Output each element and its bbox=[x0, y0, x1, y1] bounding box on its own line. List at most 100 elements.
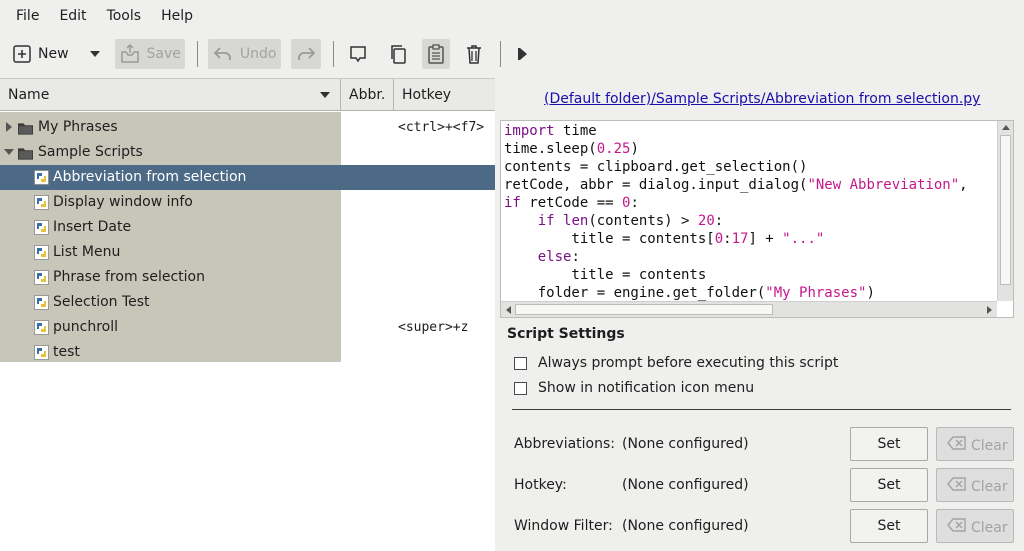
tree-item-test[interactable]: test bbox=[0, 340, 495, 365]
new-button-label: New bbox=[38, 46, 69, 62]
tree-item-label: List Menu bbox=[53, 244, 121, 260]
tree-item-display-window-info[interactable]: Display window info bbox=[0, 190, 495, 215]
code-line: title = contents[0:17] + "..." bbox=[504, 231, 825, 247]
delete-button[interactable] bbox=[460, 39, 488, 69]
column-header-name-label: Name bbox=[8, 87, 50, 103]
comment-icon bbox=[349, 46, 366, 63]
horizontal-scrollbar[interactable] bbox=[501, 301, 997, 317]
python-script-icon bbox=[34, 195, 49, 210]
tree-rows: My Phrases <ctrl>+<f7> Sample Scripts Ab… bbox=[0, 115, 495, 365]
clear-backspace-icon bbox=[947, 477, 966, 491]
scroll-right-arrow-icon[interactable] bbox=[987, 306, 992, 314]
undo-button[interactable]: Undo bbox=[207, 39, 281, 69]
code-editor[interactable]: import time time.sleep(0.25) contents = … bbox=[500, 120, 1014, 318]
expand-arrow-icon[interactable] bbox=[6, 122, 12, 132]
save-button-label: Save bbox=[146, 46, 181, 62]
column-header-abbr[interactable]: Abbr. bbox=[341, 79, 394, 111]
hotkey-label: Hotkey: bbox=[514, 477, 567, 493]
always-prompt-option[interactable]: Always prompt before executing this scri… bbox=[514, 355, 838, 371]
menu-file[interactable]: File bbox=[6, 0, 49, 32]
script-path-link[interactable]: (Default folder)/Sample Scripts/Abbrevia… bbox=[544, 91, 980, 107]
python-script-icon bbox=[34, 245, 49, 260]
tree-item-sample-scripts[interactable]: Sample Scripts bbox=[0, 140, 495, 165]
show-in-notification-label: Show in notification icon menu bbox=[538, 380, 755, 396]
code-line: else: bbox=[537, 249, 580, 265]
paste-button[interactable] bbox=[421, 39, 450, 69]
window-filter-label: Window Filter: bbox=[514, 518, 613, 534]
collapse-arrow-icon[interactable] bbox=[4, 149, 14, 155]
hotkey-value: (None configured) bbox=[622, 477, 749, 493]
window-filter-clear-label: Clear bbox=[971, 520, 1008, 536]
python-script-icon bbox=[34, 270, 49, 285]
menu-tools[interactable]: Tools bbox=[97, 0, 152, 32]
vertical-scroll-thumb[interactable] bbox=[1000, 135, 1011, 285]
save-button[interactable]: Save bbox=[114, 39, 185, 69]
tree-item-label: test bbox=[53, 344, 80, 360]
abbreviations-label: Abbreviations: bbox=[514, 436, 615, 452]
scroll-up-arrow-icon[interactable] bbox=[1002, 125, 1010, 130]
abbreviations-set-button[interactable]: Set bbox=[850, 427, 928, 461]
insert-macro-button[interactable] bbox=[344, 39, 372, 69]
code-line: if len(contents) > 20: bbox=[537, 213, 724, 229]
hotkey-set-button[interactable]: Set bbox=[850, 468, 928, 502]
window-filter-setting: Window Filter: (None configured) Set Cle… bbox=[514, 509, 1014, 545]
script-panel: (Default folder)/Sample Scripts/Abbrevia… bbox=[496, 78, 1024, 551]
clipboard-icon bbox=[427, 44, 444, 64]
tree-item-punchroll[interactable]: punchroll <super>+z bbox=[0, 315, 495, 340]
column-header-hotkey[interactable]: Hotkey bbox=[394, 79, 495, 111]
tree-item-selection-test[interactable]: Selection Test bbox=[0, 290, 495, 315]
clear-backspace-icon bbox=[947, 518, 966, 532]
tree-item-label: Phrase from selection bbox=[53, 269, 205, 285]
toolbar-separator bbox=[196, 41, 198, 67]
menu-bar: File Edit Tools Help bbox=[0, 0, 1024, 32]
undo-icon bbox=[213, 47, 231, 60]
hotkey-clear-button[interactable]: Clear bbox=[936, 468, 1014, 502]
column-header-name[interactable]: Name bbox=[0, 79, 341, 111]
menu-edit[interactable]: Edit bbox=[49, 0, 96, 32]
toolbar-separator bbox=[499, 41, 501, 67]
abbreviations-clear-label: Clear bbox=[971, 438, 1008, 454]
show-in-notification-checkbox[interactable] bbox=[514, 381, 527, 395]
play-icon bbox=[517, 48, 527, 60]
tree-item-my-phrases[interactable]: My Phrases <ctrl>+<f7> bbox=[0, 115, 495, 140]
settings-divider bbox=[512, 409, 1011, 410]
code-line: retCode, abbr = dialog.input_dialog("New… bbox=[504, 177, 968, 193]
tree-item-label: My Phrases bbox=[38, 119, 118, 135]
abbreviations-setting: Abbreviations: (None configured) Set Cle… bbox=[514, 427, 1014, 463]
undo-button-label: Undo bbox=[239, 46, 277, 62]
tree-item-list-menu[interactable]: List Menu bbox=[0, 240, 495, 265]
tree-item-phrase-from-selection[interactable]: Phrase from selection bbox=[0, 265, 495, 290]
tree-item-insert-date[interactable]: Insert Date bbox=[0, 215, 495, 240]
tree-item-label: Sample Scripts bbox=[38, 144, 143, 160]
run-button[interactable] bbox=[511, 39, 533, 69]
abbreviations-clear-button[interactable]: Clear bbox=[936, 427, 1014, 461]
script-settings-heading: Script Settings bbox=[507, 326, 625, 342]
python-script-icon bbox=[34, 170, 49, 185]
scroll-left-arrow-icon[interactable] bbox=[506, 306, 511, 314]
code-line: folder = engine.get_folder("My Phrases") bbox=[504, 285, 875, 301]
horizontal-scroll-thumb[interactable] bbox=[515, 304, 773, 315]
code-line: import time bbox=[504, 123, 597, 139]
copy-button[interactable] bbox=[384, 39, 412, 69]
window-filter-clear-button[interactable]: Clear bbox=[936, 509, 1014, 543]
abbreviations-value: (None configured) bbox=[622, 436, 749, 452]
code-line: title = contents bbox=[504, 267, 707, 283]
menu-help[interactable]: Help bbox=[151, 0, 203, 32]
show-in-notification-option[interactable]: Show in notification icon menu bbox=[514, 380, 754, 396]
new-dropdown-button[interactable] bbox=[85, 39, 105, 69]
window-filter-set-button[interactable]: Set bbox=[850, 509, 928, 543]
vertical-scrollbar[interactable] bbox=[997, 121, 1013, 301]
chevron-down-icon bbox=[89, 51, 100, 57]
code-text: import time time.sleep(0.25) contents = … bbox=[504, 122, 968, 302]
tree-item-hotkey: <ctrl>+<f7> bbox=[398, 120, 485, 135]
save-tray-icon bbox=[120, 43, 139, 63]
always-prompt-checkbox[interactable] bbox=[514, 356, 527, 370]
code-line: time.sleep(0.25) bbox=[504, 141, 639, 157]
tree-item-abbreviation-from-selection[interactable]: Abbreviation from selection bbox=[0, 165, 495, 190]
python-script-icon bbox=[34, 345, 49, 360]
column-header-hotkey-label: Hotkey bbox=[402, 87, 452, 103]
redo-button[interactable] bbox=[290, 39, 321, 69]
folder-icon bbox=[18, 148, 33, 160]
new-button[interactable]: New bbox=[8, 39, 73, 69]
phrase-tree[interactable]: Name Abbr. Hotkey My Phrases <ctrl>+<f7>… bbox=[0, 78, 495, 551]
